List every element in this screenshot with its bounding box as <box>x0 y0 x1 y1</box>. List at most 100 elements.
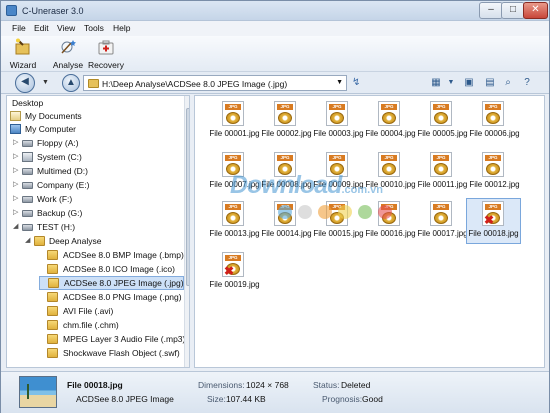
close-button[interactable]: ✕ <box>523 2 548 19</box>
tree-item-swf[interactable]: Shockwave Flash Object (.swf) <box>39 347 184 360</box>
go-icon[interactable]: ↯ <box>352 77 360 88</box>
expand-icon[interactable]: ▷ <box>13 180 18 188</box>
tree-scrollbar[interactable] <box>184 96 189 367</box>
maximize-button[interactable]: □ <box>501 2 525 19</box>
app-window: C-Uneraser 3.0 – □ ✕ File Edit View Tool… <box>0 0 550 413</box>
view-mode-icon[interactable]: ▦ <box>429 76 443 90</box>
expand-icon[interactable]: ▷ <box>13 166 18 174</box>
tree-item-company[interactable]: ▷ Company (E:) <box>13 179 178 192</box>
search-icon[interactable]: ⌕ <box>501 76 515 90</box>
image-icon[interactable]: ▣ <box>462 76 476 90</box>
file-name: File 00011.jpg <box>417 180 468 189</box>
collapse-icon[interactable]: ◢ <box>13 222 18 230</box>
menu-file[interactable]: File <box>12 23 26 33</box>
tree-item-label: Desktop <box>12 98 44 108</box>
file-item[interactable]: JPG File 00011.jpg <box>415 150 470 196</box>
jpg-file-icon: JPG <box>430 201 452 226</box>
folder-tree: Desktop My Documents My Computer ▷ Flopp… <box>6 95 190 368</box>
tree-item-chm[interactable]: chm.file (.chm) <box>39 319 184 332</box>
tree-item-backup[interactable]: ▷ Backup (G:) <box>13 207 178 220</box>
back-button[interactable]: ◀ <box>15 73 35 93</box>
tree-item-avi[interactable]: AVI File (.avi) <box>39 305 184 318</box>
file-item[interactable]: JPG ✖ File 00019.jpg <box>207 250 262 296</box>
folder-icon <box>47 292 58 302</box>
status-bar: File 00018.jpg ACDSee 8.0 JPEG Image Dim… <box>1 371 549 413</box>
file-item[interactable]: JPG File 00016.jpg <box>363 199 418 245</box>
folder-icon <box>47 334 58 344</box>
jpg-file-icon: JPG <box>430 101 452 126</box>
tree-item-label: System (C:) <box>37 152 82 162</box>
tree-item-png[interactable]: ACDSee 8.0 PNG Image (.png) <box>39 291 184 304</box>
jpg-file-icon: JPG <box>274 101 296 126</box>
folder-icon <box>47 320 58 330</box>
minimize-button[interactable]: – <box>479 2 503 19</box>
tree-item-multimed[interactable]: ▷ Multimed (D:) <box>13 165 178 178</box>
tree-item-jpeg[interactable]: ACDSee 8.0 JPEG Image (.jpg) <box>39 276 184 290</box>
up-button[interactable]: ▲ <box>62 74 80 92</box>
file-item[interactable]: JPG File 00005.jpg <box>415 99 470 145</box>
file-item[interactable]: JPG File 00002.jpg <box>259 99 314 145</box>
folder-icon <box>47 250 58 260</box>
tree-item-work[interactable]: ▷ Work (F:) <box>13 193 178 206</box>
tree-item-deep-analyse[interactable]: ◢ Deep Analyse <box>25 235 180 248</box>
watermark-logo: Download.com.vn <box>230 171 383 200</box>
title-bar[interactable]: C-Uneraser 3.0 – □ ✕ <box>1 1 549 21</box>
file-item[interactable]: JPG File 00017.jpg <box>415 199 470 245</box>
tree-item-label: ACDSee 8.0 BMP Image (.bmp) <box>63 250 184 260</box>
save-icon[interactable]: ▤ <box>483 76 497 90</box>
analyse-button[interactable]: Analyse <box>50 37 86 71</box>
tree-item-my-computer[interactable]: My Computer <box>7 123 177 136</box>
view-dropdown-icon[interactable]: ▼ <box>444 76 458 90</box>
menu-view[interactable]: View <box>57 23 75 33</box>
address-path: H:\Deep Analyse\ACDSee 8.0 JPEG Image (.… <box>102 79 288 89</box>
window-title: C-Uneraser 3.0 <box>22 6 84 16</box>
wizard-button[interactable]: Wizard <box>6 37 40 71</box>
menu-edit[interactable]: Edit <box>34 23 49 33</box>
tree-item-desktop[interactable]: Desktop <box>10 97 180 110</box>
file-grid: JPG File 00001.jpg JPG File 00002.jpg JP… <box>194 95 545 368</box>
expand-icon[interactable]: ▷ <box>13 194 18 202</box>
status-filename: File 00018.jpg <box>67 380 123 390</box>
folder-icon <box>34 236 45 246</box>
tree-item-label: MPEG Layer 3 Audio File (.mp3) <box>63 334 186 344</box>
expand-icon[interactable]: ▷ <box>13 152 18 160</box>
help-icon[interactable]: ? <box>520 76 534 90</box>
tree-item-label: Backup (G:) <box>37 208 83 218</box>
file-name: File 00014.jpg <box>261 229 312 238</box>
folder-icon <box>88 79 99 88</box>
file-item[interactable]: JPG File 00001.jpg <box>207 99 262 145</box>
menu-tools[interactable]: Tools <box>84 23 104 33</box>
file-item[interactable]: JPG File 00013.jpg <box>207 199 262 245</box>
jpg-file-icon: JPG <box>378 101 400 126</box>
deleted-mark-icon: ✖ <box>224 264 235 278</box>
collapse-icon[interactable]: ◢ <box>25 236 30 244</box>
address-dropdown-icon[interactable]: ▼ <box>336 79 343 86</box>
history-dropdown-icon[interactable]: ▼ <box>42 79 49 86</box>
tree-item-system[interactable]: ▷ System (C:) <box>13 151 178 164</box>
address-field[interactable]: H:\Deep Analyse\ACDSee 8.0 JPEG Image (.… <box>83 75 347 91</box>
drive-icon <box>22 182 33 189</box>
tree-item-ico[interactable]: ACDSee 8.0 ICO Image (.ico) <box>39 263 184 276</box>
recovery-button[interactable]: Recovery <box>86 37 126 71</box>
file-item[interactable]: JPG File 00012.jpg <box>467 150 522 196</box>
expand-icon[interactable]: ▷ <box>13 208 18 216</box>
tree-item-floppy[interactable]: ▷ Floppy (A:) <box>13 137 178 150</box>
file-name: File 00005.jpg <box>417 129 468 138</box>
deleted-mark-icon: ✖ <box>484 213 495 227</box>
tree-scrollbar-thumb[interactable] <box>186 108 189 286</box>
tree-item-test[interactable]: ◢ TEST (H:) <box>13 221 178 234</box>
tree-item-mp3[interactable]: MPEG Layer 3 Audio File (.mp3) <box>39 333 186 346</box>
file-item[interactable]: JPG File 00006.jpg <box>467 99 522 145</box>
file-item-selected[interactable]: JPG ✖ File 00018.jpg <box>466 198 521 244</box>
file-name: File 00013.jpg <box>209 229 260 238</box>
tree-item-my-documents[interactable]: My Documents <box>7 110 177 123</box>
jpg-file-icon: JPG <box>222 101 244 126</box>
menu-help[interactable]: Help <box>113 23 130 33</box>
prognosis-value: Good <box>362 394 383 404</box>
file-item[interactable]: JPG File 00004.jpg <box>363 99 418 145</box>
expand-icon[interactable]: ▷ <box>13 138 18 146</box>
file-name: File 00006.jpg <box>469 129 520 138</box>
file-item[interactable]: JPG File 00003.jpg <box>311 99 366 145</box>
recovery-label: Recovery <box>88 60 124 70</box>
tree-item-bmp[interactable]: ACDSee 8.0 BMP Image (.bmp) <box>39 249 184 262</box>
